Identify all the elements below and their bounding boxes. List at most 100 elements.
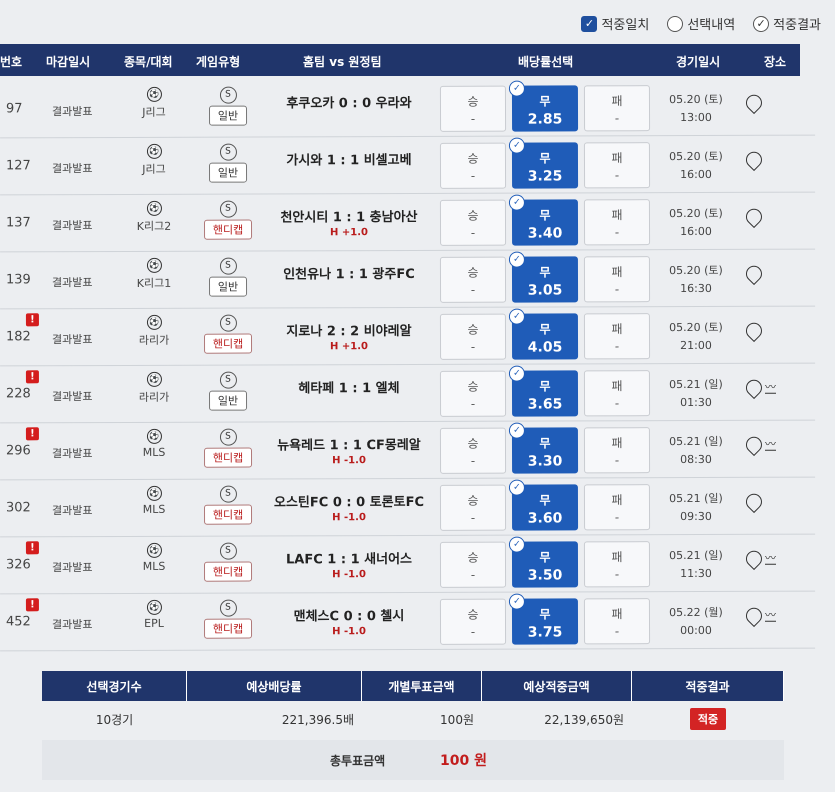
odds-lose-button[interactable]: 패- xyxy=(583,313,651,360)
odds-lose-button[interactable]: 패- xyxy=(583,199,651,246)
odds-selector: 승- ✓ 무 2.85 패- xyxy=(439,80,651,132)
map-pin-icon[interactable] xyxy=(742,91,766,115)
map-pin-icon[interactable] xyxy=(742,376,766,400)
trend-chart-icon[interactable]: 〰︎ xyxy=(765,380,777,394)
odds-selector: 승- ✓ 무 3.25 패- xyxy=(439,137,651,189)
odds-win-button[interactable]: 승- xyxy=(439,199,507,246)
odds-win-button[interactable]: 승- xyxy=(439,541,507,588)
s-badge-icon: S xyxy=(219,200,237,218)
match-datetime: 05.21 (일) 01:30 xyxy=(660,376,732,412)
map-pin-icon[interactable] xyxy=(742,433,766,457)
match-time: 01:30 xyxy=(680,395,712,410)
filter-hit-result[interactable]: ✓ 적중결과 xyxy=(753,14,821,33)
odds-draw-button[interactable]: ✓ 무 3.75 xyxy=(508,593,579,645)
league-name: J리그 xyxy=(142,162,166,176)
odds-draw-button[interactable]: ✓ 무 3.25 xyxy=(508,137,579,189)
map-pin-icon[interactable] xyxy=(742,319,766,343)
odds-draw-button[interactable]: ✓ 무 3.40 xyxy=(508,194,579,246)
map-pin-icon[interactable] xyxy=(742,205,766,229)
game-type: S 일반 xyxy=(200,143,256,183)
filter-hit-match[interactable]: ✓ 적중일치 xyxy=(581,14,649,33)
map-pin-icon[interactable] xyxy=(742,148,766,172)
match-number: 452 xyxy=(5,614,31,630)
check-icon: ✓ xyxy=(508,365,525,382)
league-name: J리그 xyxy=(142,105,166,119)
soccer-ball-icon: ⚽ xyxy=(146,257,162,273)
odds-selector: 승- ✓ 무 4.05 패- xyxy=(439,308,651,360)
odds-win-button[interactable]: 승- xyxy=(439,256,507,303)
odds-win-button[interactable]: 승- xyxy=(439,85,507,132)
odds-lose-button[interactable]: 패- xyxy=(583,85,651,132)
match-score: 헤타페 1 : 1 엘체 xyxy=(298,381,400,397)
odds-draw-button[interactable]: ✓ 무 4.05 xyxy=(508,308,579,360)
table-row: 97 결과발표 ⚽ J리그 S 일반 후쿠오카 0 : 0 우라와 승- ✓ 무 2… xyxy=(0,78,816,139)
match-date: 05.20 (토) xyxy=(669,92,723,107)
alert-icon: ! xyxy=(25,598,39,612)
map-pin-icon[interactable] xyxy=(742,547,766,571)
odds-draw-button[interactable]: ✓ 무 3.65 xyxy=(508,365,579,417)
check-icon: ✓ xyxy=(508,536,525,553)
checkbox-checked-icon[interactable]: ✓ xyxy=(753,15,770,32)
odds-draw-button[interactable]: ✓ 무 3.30 xyxy=(508,422,579,474)
deadline-status: 결과발표 xyxy=(51,276,93,290)
soccer-ball-icon: ⚽ xyxy=(146,314,162,330)
odds-lose-button[interactable]: 패- xyxy=(583,484,651,531)
s-badge-icon: S xyxy=(219,542,237,560)
place xyxy=(742,262,766,286)
game-type-badge: 일반 xyxy=(208,276,248,297)
match-number: 182 xyxy=(5,329,31,345)
map-pin-icon[interactable] xyxy=(742,262,766,286)
col-deadline: 마감일시 xyxy=(46,55,91,69)
odds-win-button[interactable]: 승- xyxy=(439,313,507,360)
checkbox-checked-icon[interactable]: ✓ xyxy=(581,15,598,32)
trend-chart-icon[interactable]: 〰︎ xyxy=(765,437,777,451)
match-teams: 인천유나 1 : 1 광주FC xyxy=(264,263,434,283)
odds-win-button[interactable]: 승- xyxy=(439,598,507,645)
odds-lose-button[interactable]: 패- xyxy=(583,370,651,417)
match-teams: LAFC 1 : 1 새너어스 H -1.0 xyxy=(264,548,434,581)
match-number: 139 xyxy=(5,272,31,288)
odds-draw-button[interactable]: ✓ 무 3.60 xyxy=(508,479,579,531)
odds-lose-button[interactable]: 패- xyxy=(583,142,651,189)
summary-col-payout: 예상적중금액 xyxy=(482,671,633,701)
odds-draw-button[interactable]: ✓ 무 2.85 xyxy=(508,80,579,132)
odds-win-button[interactable]: 승- xyxy=(439,142,507,189)
place: 〰︎ xyxy=(742,604,777,628)
check-icon: ✓ xyxy=(508,308,525,325)
s-badge-icon: S xyxy=(219,599,237,617)
odds-lose-button[interactable]: 패- xyxy=(583,598,651,645)
checkbox-empty-icon[interactable] xyxy=(667,15,684,32)
s-badge-icon: S xyxy=(219,257,237,275)
odds-lose-button[interactable]: 패- xyxy=(583,256,651,303)
odds-lose-button[interactable]: 패- xyxy=(583,541,651,588)
soccer-ball-icon: ⚽ xyxy=(146,542,162,558)
match-teams: 오스틴FC 0 : 0 토론토FC H -1.0 xyxy=(264,491,434,524)
filter-selection[interactable]: 선택내역 xyxy=(667,14,735,33)
match-datetime: 05.21 (일) 09:30 xyxy=(660,490,732,526)
map-pin-icon[interactable] xyxy=(742,604,766,628)
trend-chart-icon[interactable]: 〰︎ xyxy=(765,551,777,565)
odds-win-button[interactable]: 승- xyxy=(439,370,507,417)
trend-chart-icon[interactable]: 〰︎ xyxy=(765,608,777,622)
match-score: 오스틴FC 0 : 0 토론토FC xyxy=(273,494,425,511)
odds-win-button[interactable]: 승- xyxy=(439,484,507,531)
match-score: 후쿠오카 0 : 0 우라와 xyxy=(286,95,412,112)
summary-col-bet: 개별투표금액 xyxy=(362,671,483,701)
table-header: 번호 마감일시 종목/대회 게임유형 홈팀 vs 원정팀 배당률선택 경기일시 … xyxy=(0,44,800,76)
summary-col-odds: 예상배당률 xyxy=(187,671,362,701)
odds-draw-button[interactable]: ✓ 무 3.05 xyxy=(508,251,579,303)
league: ⚽ MLS xyxy=(130,542,178,573)
map-pin-icon[interactable] xyxy=(742,490,766,514)
filter-bar: ✓ 적중일치 선택내역 ✓ 적중결과 xyxy=(581,14,821,33)
summary-result: 적중 xyxy=(632,701,784,737)
odds-win-button[interactable]: 승- xyxy=(439,427,507,474)
match-teams: 가시와 1 : 1 비셀고베 xyxy=(264,149,434,169)
odds-lose-button[interactable]: 패- xyxy=(583,427,651,474)
alert-icon: ! xyxy=(25,427,39,441)
odds-draw-button[interactable]: ✓ 무 3.50 xyxy=(508,536,579,588)
deadline-status: 결과발표 xyxy=(51,390,93,404)
handicap-value: H -1.0 xyxy=(332,455,366,467)
check-icon: ✓ xyxy=(508,251,525,268)
check-icon: ✓ xyxy=(508,80,525,97)
match-date: 05.20 (토) xyxy=(669,263,723,278)
